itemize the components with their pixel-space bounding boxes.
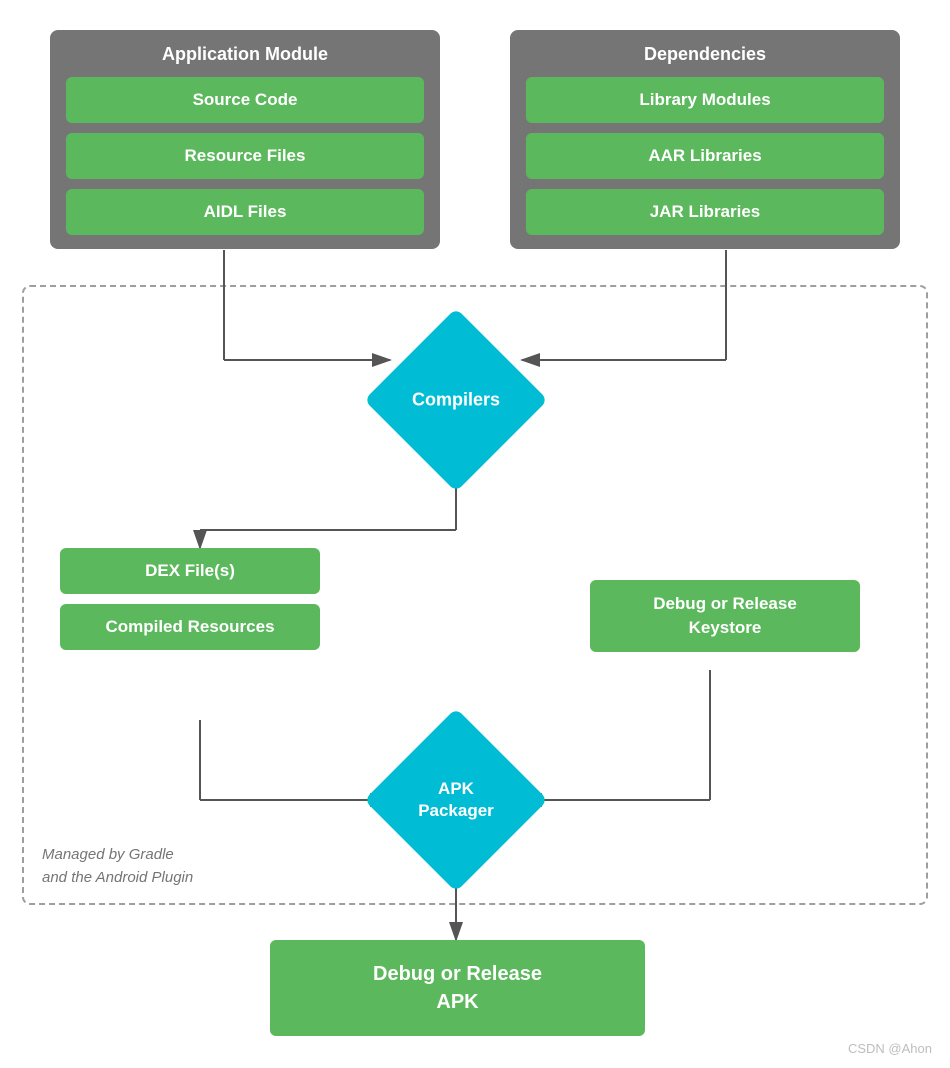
dex-files-wrapper: DEX File(s) Compiled Resources [60,548,320,650]
aar-libraries-btn: AAR Libraries [526,133,884,179]
top-section: Application Module Source Code Resource … [20,30,930,249]
final-apk-wrapper: Debug or ReleaseAPK [270,940,645,1036]
compiled-resources-btn: Compiled Resources [60,604,320,650]
final-apk-btn: Debug or ReleaseAPK [270,940,645,1036]
dex-files-btn: DEX File(s) [60,548,320,594]
resource-files-btn: Resource Files [66,133,424,179]
gradle-label: Managed by Gradleand the Android Plugin [42,844,193,889]
jar-libraries-btn: JAR Libraries [526,189,884,235]
keystore-wrapper: Debug or ReleaseKeystore [590,580,860,652]
apk-packager-diamond-wrapper: APKPackager [391,735,521,865]
watermark: CSDN @Ahon [848,1041,932,1056]
library-modules-btn: Library Modules [526,77,884,123]
aidl-files-btn: AIDL Files [66,189,424,235]
dependencies-title: Dependencies [526,44,884,65]
dependencies-box: Dependencies Library Modules AAR Librari… [510,30,900,249]
diagram-container: Application Module Source Code Resource … [0,0,950,1068]
compilers-label: Compilers [412,390,500,411]
app-module-title: Application Module [66,44,424,65]
application-module-box: Application Module Source Code Resource … [50,30,440,249]
keystore-btn: Debug or ReleaseKeystore [590,580,860,652]
apk-packager-label: APKPackager [418,778,494,822]
compilers-diamond-wrapper: Compilers [391,335,521,465]
source-code-btn: Source Code [66,77,424,123]
